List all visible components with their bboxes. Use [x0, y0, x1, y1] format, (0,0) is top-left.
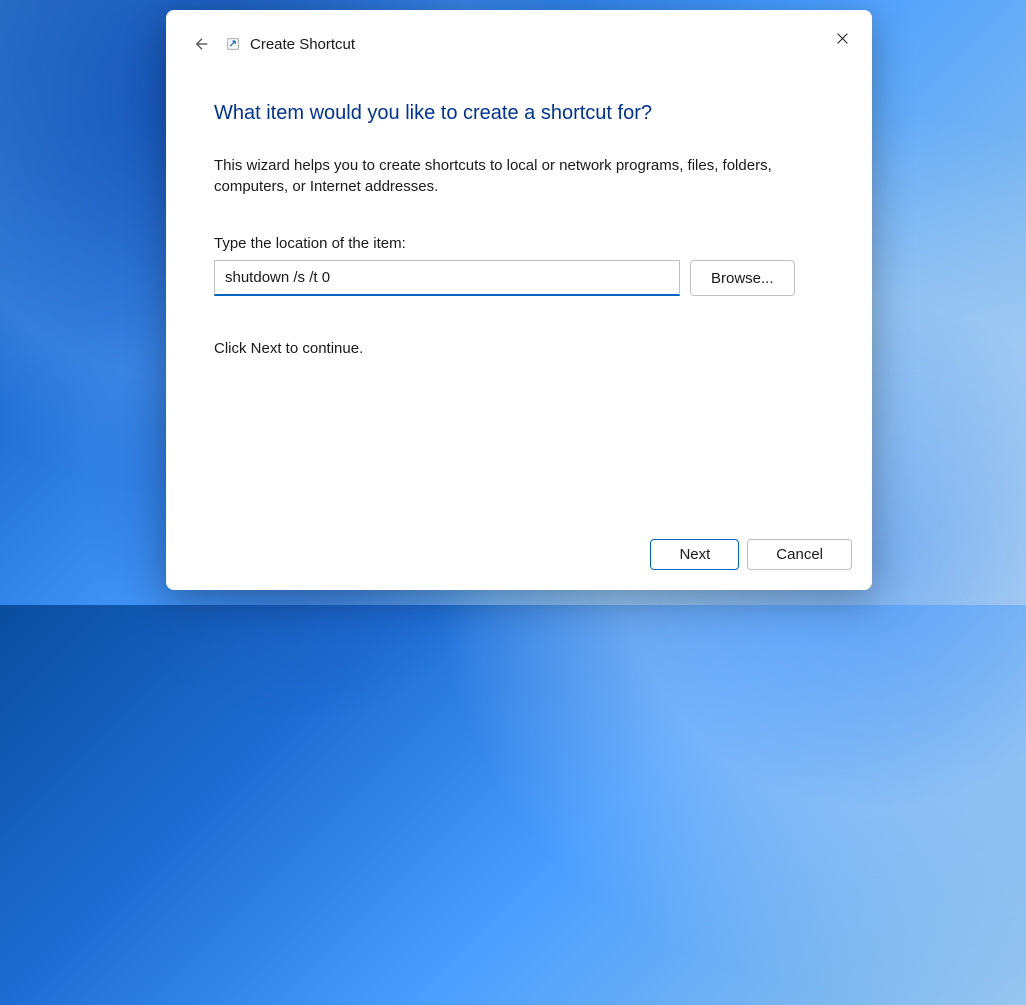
- back-arrow-icon: [193, 35, 211, 53]
- dialog-title: Create Shortcut: [250, 36, 355, 53]
- continue-instruction: Click Next to continue.: [214, 340, 824, 357]
- dialog-body: What item would you like to create a sho…: [166, 70, 872, 523]
- close-button[interactable]: [826, 22, 858, 54]
- back-button[interactable]: [186, 28, 218, 60]
- dialog-header: Create Shortcut: [166, 10, 872, 70]
- wizard-description: This wizard helps you to create shortcut…: [214, 155, 774, 197]
- browse-button[interactable]: Browse...: [690, 260, 795, 296]
- cancel-button[interactable]: Cancel: [747, 539, 852, 570]
- input-row: Browse...: [214, 260, 824, 296]
- close-icon: [836, 32, 849, 45]
- next-button[interactable]: Next: [650, 539, 739, 570]
- location-input[interactable]: [214, 260, 680, 296]
- shortcut-icon: [226, 37, 240, 51]
- dialog-footer: Next Cancel: [166, 523, 872, 590]
- create-shortcut-dialog: Create Shortcut What item would you like…: [166, 10, 872, 590]
- wizard-heading: What item would you like to create a sho…: [214, 102, 824, 125]
- location-input-label: Type the location of the item:: [214, 235, 824, 252]
